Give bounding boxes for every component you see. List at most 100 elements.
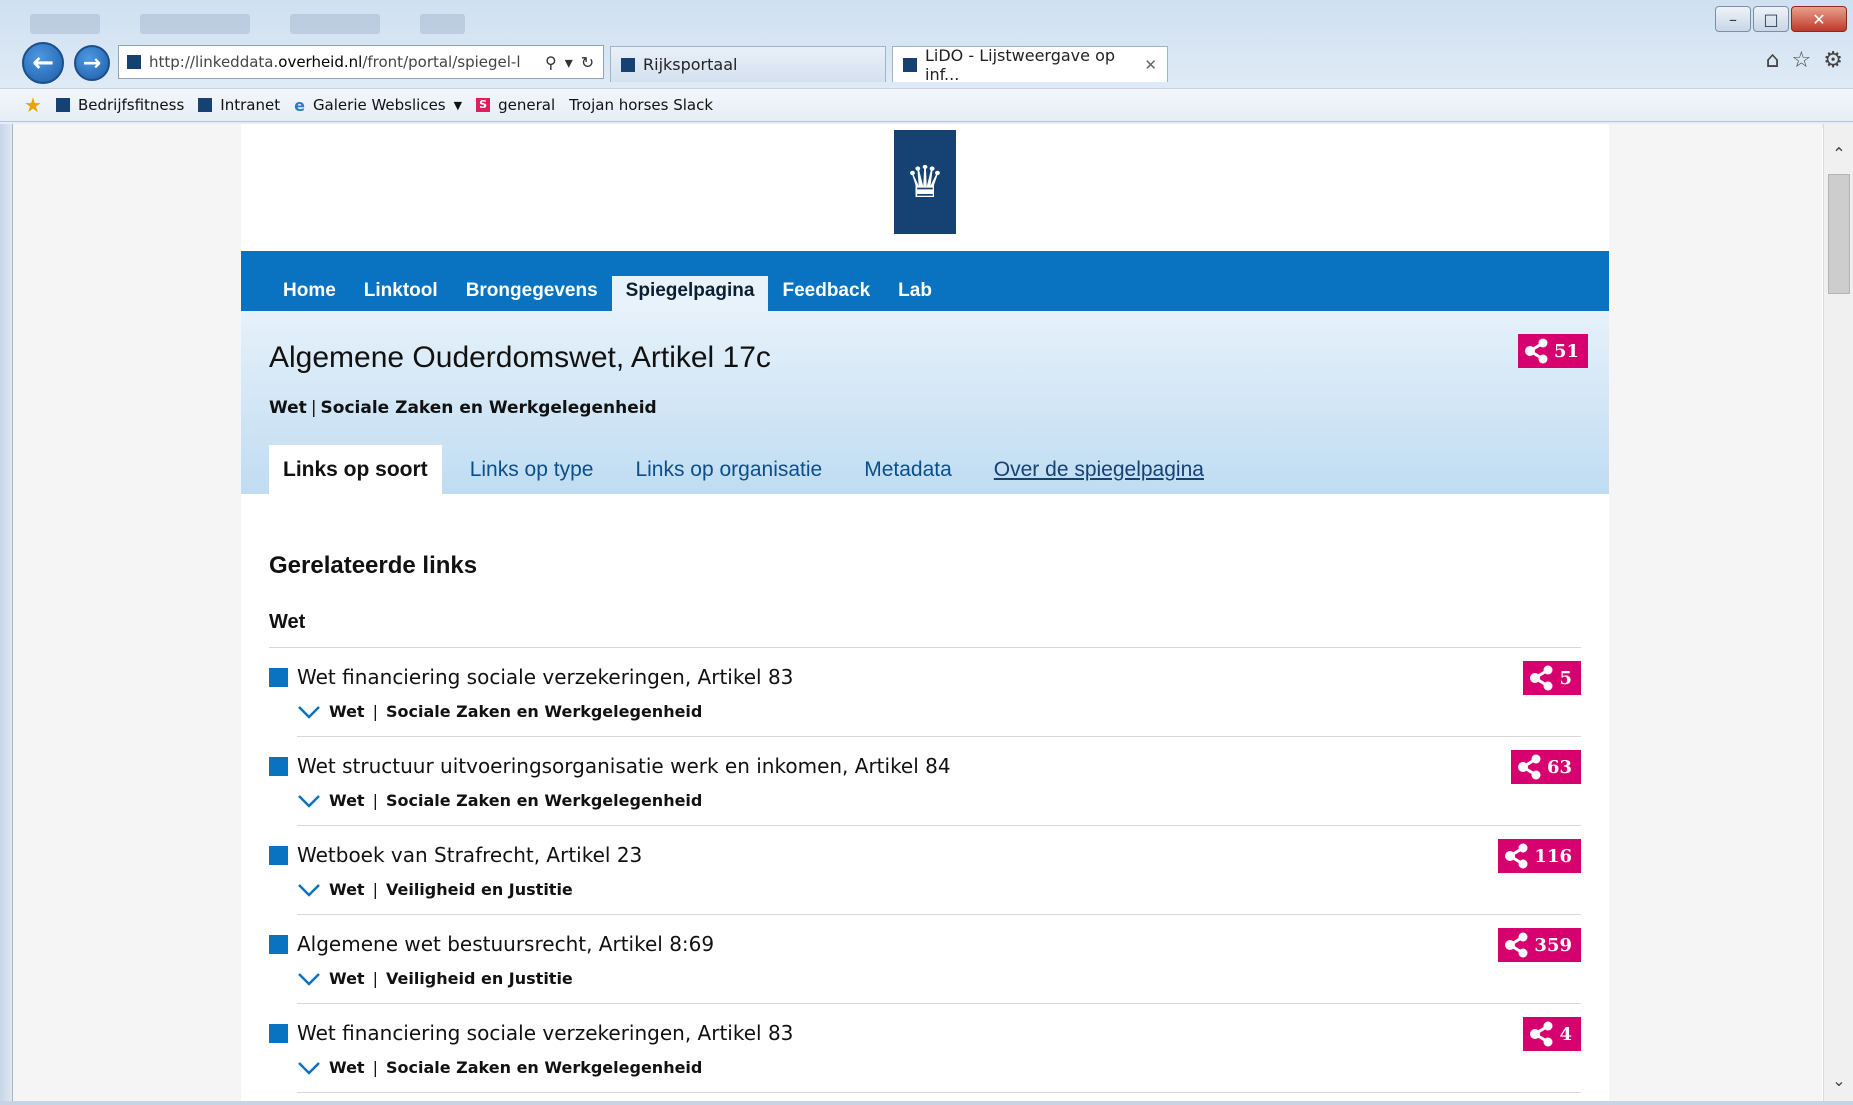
- link-title[interactable]: Wet financiering sociale verzekeringen, …: [297, 1021, 793, 1045]
- link-org: Veiligheid en Justitie: [385, 969, 573, 988]
- document-header: Algemene Ouderdomswet, Artikel 17c 51 We…: [241, 311, 1609, 494]
- share-icon: [1505, 932, 1528, 958]
- blurred-tab: [290, 14, 380, 34]
- address-bar[interactable]: http://linkeddata.overheid.nl/front/port…: [118, 45, 604, 79]
- link-count: 4: [1559, 1023, 1572, 1045]
- nav-home[interactable]: Home: [269, 276, 350, 311]
- section-title: Gerelateerde links: [269, 552, 478, 579]
- back-arrow-icon[interactable]: ←: [22, 42, 64, 84]
- window-left-edge: [0, 124, 12, 1105]
- favorites-bar: ★ Bedrijfsfitness Intranet e Galerie Webs…: [0, 88, 1853, 122]
- favorite-galerie-webslices[interactable]: e Galerie Webslices ▼: [294, 96, 462, 115]
- link-meta: Wet | Veiligheid en Justitie: [297, 969, 573, 988]
- blurred-tab: [140, 14, 250, 34]
- close-icon[interactable]: ✕: [1791, 6, 1847, 32]
- link-title[interactable]: Algemene wet bestuursrecht, Artikel 8:69: [297, 932, 714, 956]
- bullet-square-icon: [269, 1024, 288, 1043]
- share-icon: [1530, 1021, 1553, 1047]
- window-bottom-edge: [0, 1101, 1853, 1105]
- chevron-down-icon[interactable]: [297, 972, 321, 986]
- blurred-tab: [30, 14, 100, 34]
- link-count-badge[interactable]: 51: [1518, 334, 1589, 368]
- tab-favicon-icon: [621, 57, 635, 72]
- document-subtitle: Wet | Sociale Zaken en Werkgelegenheid: [269, 398, 657, 418]
- forward-arrow-icon[interactable]: →: [74, 45, 110, 81]
- related-links-list: Wet financiering sociale verzekeringen, …: [269, 648, 1581, 1093]
- favorite-general[interactable]: Sgeneral: [476, 96, 555, 114]
- crown-logo-icon[interactable]: ♛: [894, 130, 956, 234]
- link-type: Wet: [329, 1058, 365, 1077]
- tab-rijksportaal[interactable]: Rijksportaal: [610, 46, 886, 82]
- tab-metadata[interactable]: Metadata: [850, 445, 966, 494]
- address-tools: ⚲ ▾ ↻: [545, 53, 594, 72]
- link-title[interactable]: Wet structuur uitvoeringsorganisatie wer…: [297, 754, 951, 778]
- bullet-square-icon: [269, 846, 288, 865]
- link-count-badge[interactable]: 5: [1523, 661, 1581, 695]
- link-count-badge[interactable]: 116: [1498, 839, 1581, 873]
- tab-over-de-spiegelpagina[interactable]: Over de spiegelpagina: [980, 445, 1218, 494]
- vertical-scrollbar[interactable]: ⌃ ⌄: [1823, 124, 1853, 1105]
- favorite-favicon-icon: [198, 98, 213, 112]
- favorite-bedrijfsfitness[interactable]: Bedrijfsfitness: [55, 96, 184, 114]
- link-org: Sociale Zaken en Werkgelegenheid: [385, 1058, 703, 1077]
- separator: |: [372, 1058, 378, 1077]
- document-type: Wet: [269, 398, 307, 418]
- slack-icon: S: [476, 98, 491, 112]
- link-type: Wet: [329, 791, 365, 810]
- scroll-up-icon[interactable]: ⌃: [1824, 138, 1853, 168]
- separator: |: [372, 791, 378, 810]
- list-item: Algemene wet bestuursrecht, Artikel 8:69…: [269, 915, 1581, 1004]
- home-icon[interactable]: ⌂: [1766, 48, 1780, 73]
- list-item: Wetboek van Strafrecht, Artikel 23 116 W…: [269, 826, 1581, 915]
- tab-lido[interactable]: LiDO - Lijstweergave op inf... ✕: [892, 45, 1168, 84]
- nav-lab[interactable]: Lab: [884, 276, 946, 311]
- share-icon: [1517, 754, 1541, 780]
- gear-icon[interactable]: ⚙: [1823, 48, 1843, 73]
- favorites-star-icon[interactable]: ★: [24, 93, 42, 117]
- favorite-intranet[interactable]: Intranet: [198, 96, 280, 114]
- link-count-badge[interactable]: 4: [1523, 1017, 1581, 1051]
- site-favicon-icon: [127, 55, 141, 69]
- link-meta: Wet | Sociale Zaken en Werkgelegenheid: [297, 702, 702, 721]
- tab-links-op-type[interactable]: Links op type: [456, 445, 608, 494]
- chevron-down-icon[interactable]: [297, 883, 321, 897]
- search-icon[interactable]: ⚲: [545, 53, 557, 72]
- scroll-down-icon[interactable]: ⌄: [1824, 1065, 1853, 1095]
- link-org: Veiligheid en Justitie: [385, 880, 573, 899]
- tab-close-icon[interactable]: ✕: [1144, 56, 1157, 74]
- nav-linktool[interactable]: Linktool: [350, 276, 452, 311]
- link-count: 359: [1534, 934, 1572, 956]
- maximize-icon[interactable]: □: [1753, 6, 1789, 32]
- nav-brongegevens[interactable]: Brongegevens: [452, 276, 612, 311]
- document-ministry: Sociale Zaken en Werkgelegenheid: [320, 398, 657, 418]
- link-count-badge[interactable]: 63: [1510, 750, 1581, 784]
- nav-spiegelpagina[interactable]: Spiegelpagina: [611, 276, 769, 311]
- bullet-square-icon: [269, 668, 288, 687]
- chevron-down-icon[interactable]: [297, 705, 321, 719]
- refresh-icon[interactable]: ↻: [581, 53, 594, 72]
- link-count-badge[interactable]: 359: [1498, 928, 1581, 962]
- tab-links-op-organisatie[interactable]: Links op organisatie: [621, 445, 836, 494]
- favorite-trojan-horses-slack[interactable]: Trojan horses Slack: [569, 96, 713, 114]
- share-icon: [1530, 665, 1553, 691]
- tab-label: LiDO - Lijstweergave op inf...: [925, 45, 1116, 84]
- tab-links-op-soort[interactable]: Links op soort: [269, 445, 442, 494]
- scroll-thumb[interactable]: [1828, 174, 1850, 294]
- minimize-icon[interactable]: –: [1715, 6, 1751, 32]
- link-title[interactable]: Wetboek van Strafrecht, Artikel 23: [297, 843, 642, 867]
- link-meta: Wet | Veiligheid en Justitie: [297, 880, 573, 899]
- bullet-square-icon: [269, 935, 288, 954]
- nav-feedback[interactable]: Feedback: [768, 276, 884, 311]
- link-count: 51: [1554, 340, 1580, 362]
- separator: |: [310, 398, 317, 418]
- window-controls: – □ ✕: [1715, 6, 1847, 32]
- chevron-down-icon[interactable]: [297, 794, 321, 808]
- chevron-down-icon: ▼: [453, 98, 463, 112]
- list-item: Wet financiering sociale verzekeringen, …: [269, 648, 1581, 737]
- blurred-tab: [420, 14, 465, 34]
- favorite-favicon-icon: [55, 98, 70, 112]
- chevron-down-icon[interactable]: ▾: [565, 53, 573, 72]
- link-title[interactable]: Wet financiering sociale verzekeringen, …: [297, 665, 793, 689]
- star-icon[interactable]: ☆: [1792, 48, 1812, 73]
- chevron-down-icon[interactable]: [297, 1061, 321, 1075]
